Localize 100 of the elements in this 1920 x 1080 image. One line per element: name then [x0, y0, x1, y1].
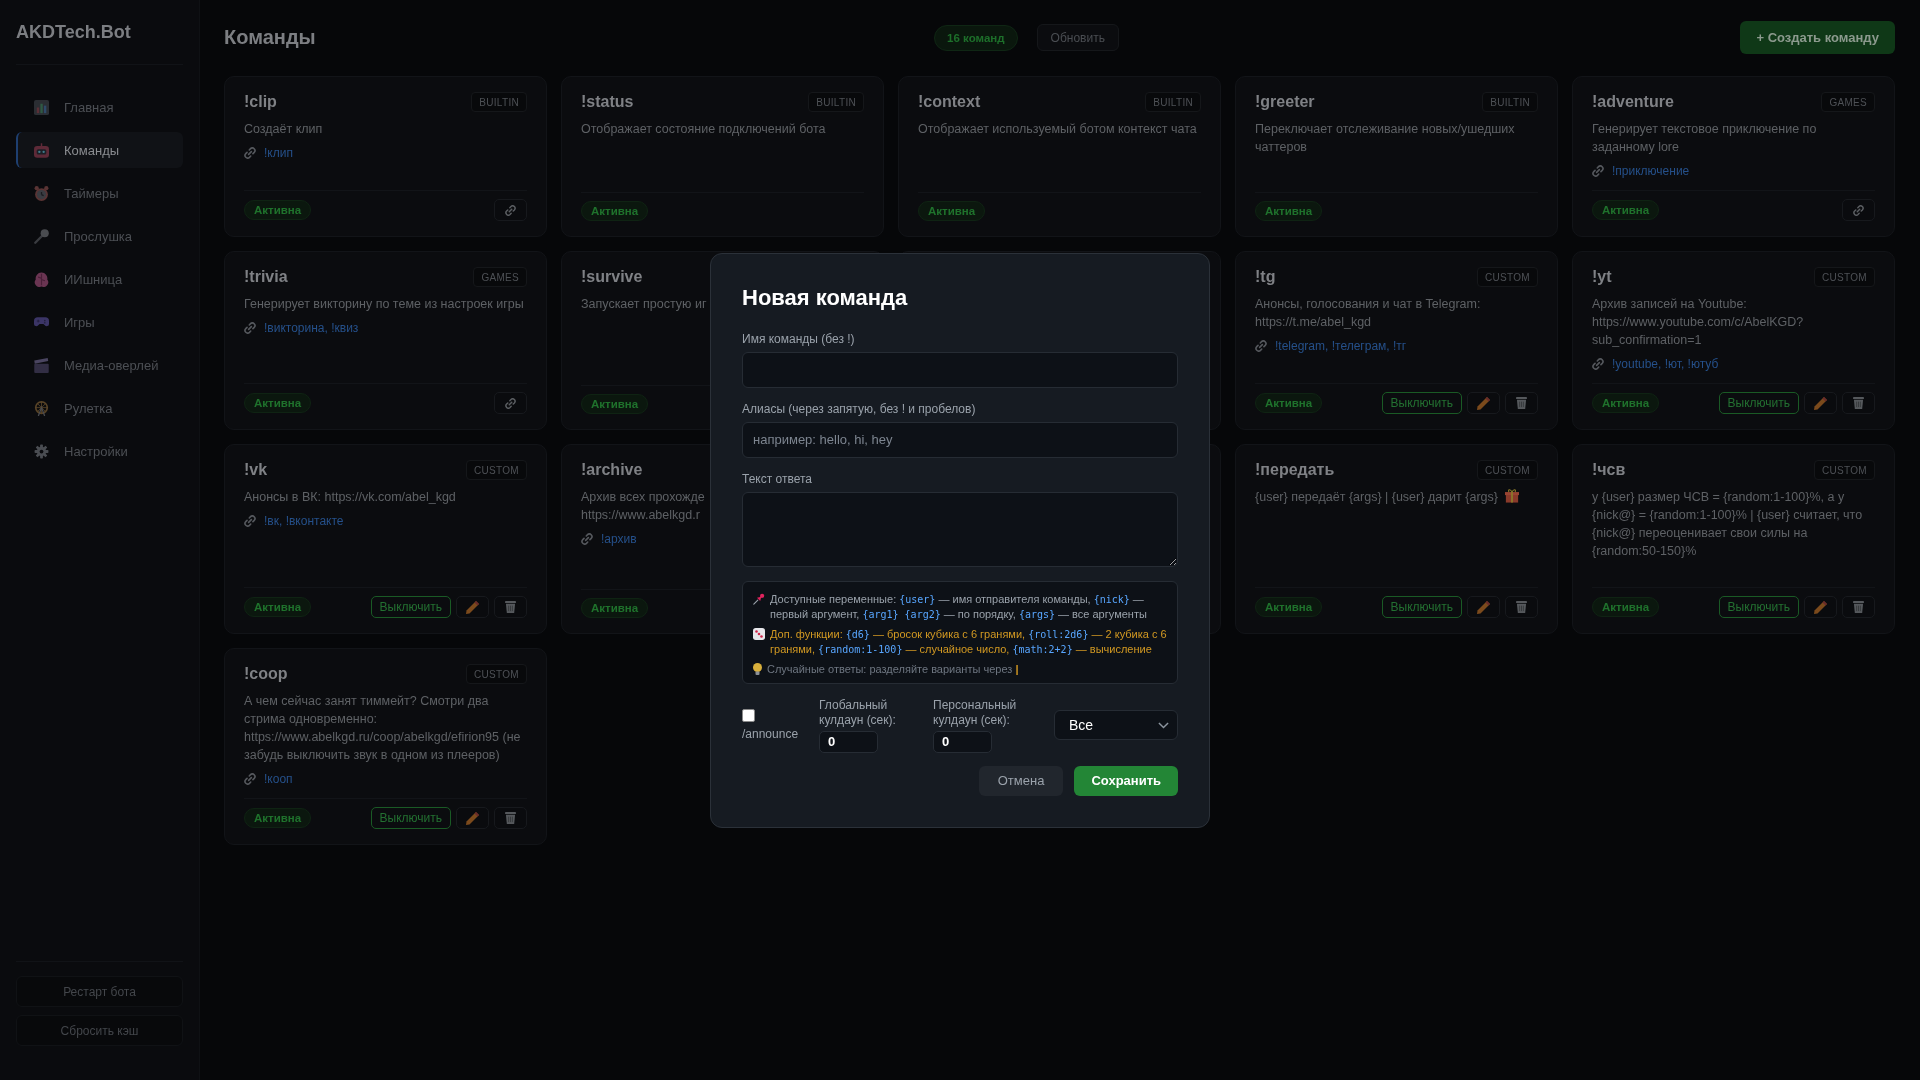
cooldown-label: Персональный кулдаун (сек):: [933, 697, 1017, 728]
edit-button[interactable]: [1804, 392, 1837, 414]
status-badge: Активна: [581, 598, 649, 618]
cooldown-label: Глобальный кулдаун (сек):: [819, 697, 897, 728]
category-tag: CUSTOM: [466, 460, 527, 480]
disable-button[interactable]: Выключить: [1381, 596, 1462, 618]
input-field[interactable]: например: hello, hi, hey: [742, 421, 1178, 458]
field-label: Алиасы (через запятую, без ! и пробелов): [742, 401, 976, 416]
cancel-button[interactable]: Отмена: [978, 765, 1064, 796]
trash-icon: [1516, 601, 1527, 613]
disable-button[interactable]: Выключить: [1718, 596, 1799, 618]
edit-button[interactable]: [456, 807, 489, 829]
alias-list: !telegram, !телеграм, !тг: [1275, 337, 1407, 355]
disable-button[interactable]: Выключить: [370, 807, 451, 829]
nav-item[interactable]: Прослушка: [16, 218, 183, 254]
alarm-clock-icon: [34, 185, 49, 201]
nav-item[interactable]: Главная: [16, 89, 183, 125]
status-badge: Активна: [1592, 200, 1660, 220]
edit-button[interactable]: [1467, 596, 1500, 618]
delete-button[interactable]: [494, 596, 527, 618]
link-icon: [1853, 204, 1864, 216]
category-tag: CUSTOM: [1477, 267, 1538, 287]
edit-button[interactable]: [456, 596, 489, 618]
disable-button[interactable]: Выключить: [370, 596, 451, 618]
delete-button[interactable]: [1505, 596, 1538, 618]
command-name: !tg: [1255, 267, 1276, 287]
link-button[interactable]: [494, 392, 527, 414]
pencil-icon: [466, 600, 479, 614]
status-badge: Активна: [1592, 597, 1660, 617]
cooldown-input[interactable]: 0: [933, 730, 992, 753]
robot-icon: [34, 142, 49, 158]
response-text-field[interactable]: [742, 491, 1178, 567]
audience-select[interactable]: Все: [1054, 710, 1178, 740]
input-field[interactable]: [742, 351, 1178, 388]
disable-button[interactable]: Выключить: [1381, 392, 1462, 414]
category-tag: BUILTIN: [1145, 92, 1201, 112]
alias-list: !youtube, !ют, !ютуб: [1612, 355, 1719, 373]
delete-button[interactable]: [1842, 596, 1875, 618]
delete-button[interactable]: [494, 807, 527, 829]
nav-item[interactable]: Таймеры: [16, 175, 183, 211]
ferris-wheel-icon: [34, 400, 49, 416]
command-description: Архив записей на Youtube: https://www.youtube.com/c/AbelKGD?sub_confirmation=1: [1592, 297, 1804, 347]
lightbulb-icon: [753, 663, 762, 675]
category-tag: GAMES: [473, 267, 527, 287]
command-description: Архив всех прохожде https://www.abelkgd.r: [581, 490, 705, 522]
trash-icon: [1853, 601, 1864, 613]
edit-button[interactable]: [1804, 596, 1837, 618]
create-command-button[interactable]: + Создать команду: [1740, 21, 1895, 54]
command-name: !context: [918, 92, 981, 112]
nav-item[interactable]: Медиа-оверлей: [16, 347, 183, 383]
command-name: !trivia: [244, 267, 288, 287]
delete-button[interactable]: [1505, 392, 1538, 414]
cooldown-input[interactable]: 0: [819, 730, 878, 753]
command-name: !greeter: [1255, 92, 1315, 112]
alias-list: !вк, !вконтакте: [264, 512, 344, 530]
delete-button[interactable]: [1842, 392, 1875, 414]
status-badge: Активна: [1255, 597, 1323, 617]
command-description: Создаёт клип: [244, 122, 323, 136]
command-description: Запускает простую иг: [581, 297, 707, 311]
microphone-icon: [34, 228, 49, 244]
chevron-down-icon: [1158, 721, 1169, 729]
status-badge: Активна: [581, 201, 649, 221]
command-name: !archive: [581, 460, 643, 480]
trash-icon: [505, 812, 516, 824]
refresh-button[interactable]: Обновить: [1036, 24, 1119, 51]
nav-item[interactable]: Игры: [16, 304, 183, 340]
status-badge: Активна: [1255, 201, 1323, 221]
command-description: Анонсы, голосования и чат в Telegram: https://t.me/abel_kgd: [1255, 297, 1481, 329]
command-name: !status: [581, 92, 634, 112]
status-badge: Активна: [1592, 393, 1660, 413]
command-description: у {user} размер ЧСВ = {random:1-100}%, а у {nick@} = {random:1-100}% | {user} считает, что {nick@} переоценивает свои силы на {random:50-150}%: [1592, 490, 1863, 558]
clapperboard-icon: [34, 357, 49, 373]
announce-checkbox[interactable]: [742, 708, 755, 722]
disable-button[interactable]: Выключить: [1718, 392, 1799, 414]
alias-list: !викторина, !квиз: [264, 319, 359, 337]
pencil-icon: [1477, 600, 1490, 614]
hint-text: Случайные ответы: разделяйте варианты через |: [767, 661, 1019, 677]
dialog-title: Новая команда: [742, 283, 909, 312]
edit-button[interactable]: [1467, 392, 1500, 414]
clear-cache-button[interactable]: Сбросить кэш: [16, 1015, 183, 1046]
link-button[interactable]: [1842, 199, 1875, 221]
category-tag: CUSTOM: [466, 664, 527, 684]
command-description: {user} передаёт {args} | {user} дарит {args}: [1255, 490, 1498, 504]
command-description: Переключает отслеживание новых/ушедших чаттеров: [1255, 122, 1515, 154]
restart-button[interactable]: Рестарт бота: [16, 976, 183, 1007]
category-tag: GAMES: [1821, 92, 1875, 112]
category-tag: CUSTOM: [1814, 460, 1875, 480]
save-button[interactable]: Сохранить: [1074, 765, 1178, 796]
nav-item[interactable]: Настройки: [16, 433, 183, 469]
link-icon: [505, 204, 516, 216]
status-badge: Активна: [1255, 393, 1323, 413]
command-description: Генерирует викторину по теме из настроек игры: [244, 297, 524, 311]
nav-item[interactable]: ИИшница: [16, 261, 183, 297]
nav-item[interactable]: Команды: [16, 132, 183, 168]
nav-item[interactable]: Рулетка: [16, 390, 183, 426]
link-button[interactable]: [494, 199, 527, 221]
page-title: Команды: [224, 26, 317, 49]
status-badge: Активна: [918, 201, 986, 221]
status-badge: Активна: [581, 394, 649, 414]
link-icon: [244, 515, 256, 527]
